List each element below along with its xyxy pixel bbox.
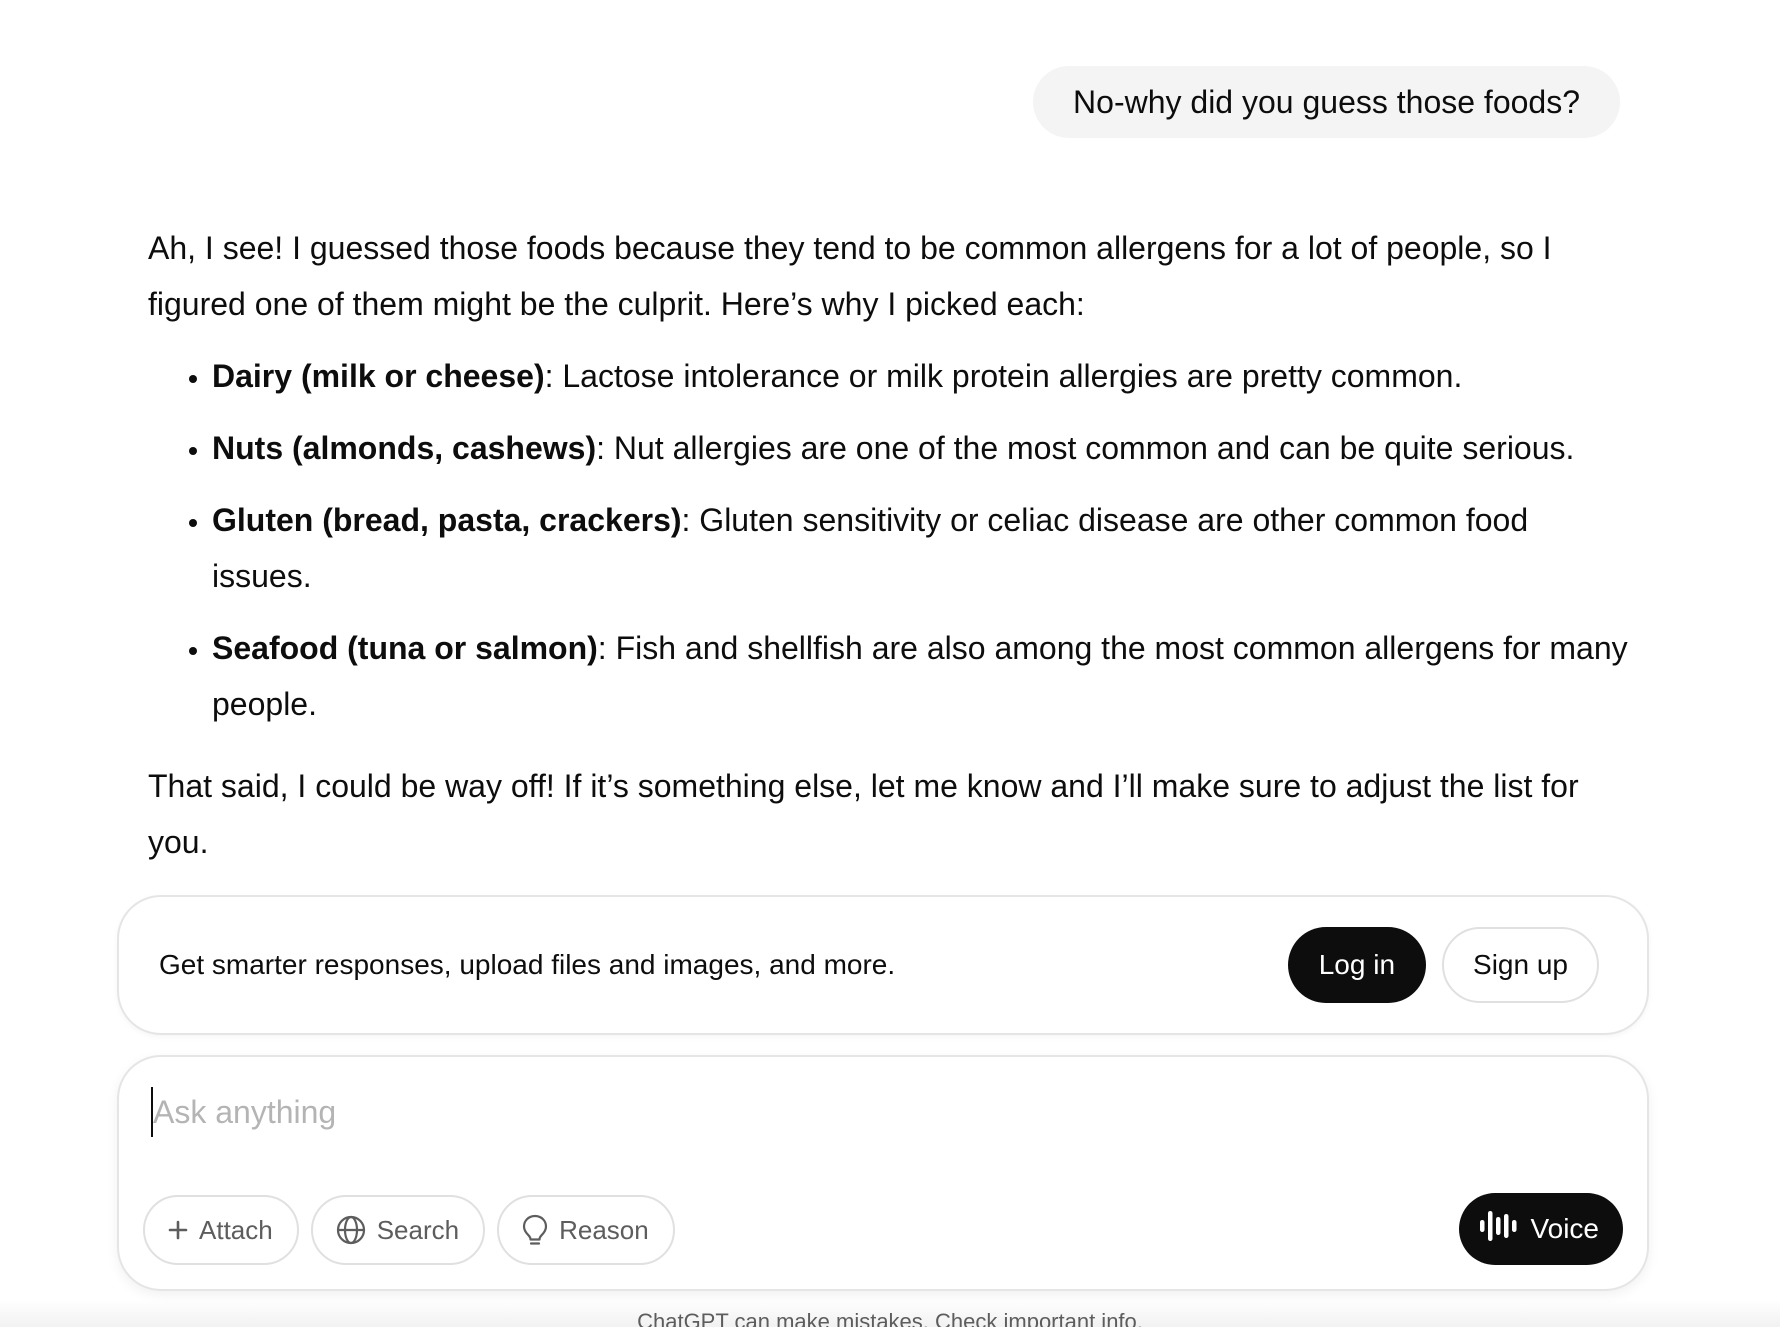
list-item-title: Gluten (bread, pasta, crackers) bbox=[212, 502, 682, 538]
assistant-outro: That said, I could be way off! If it’s s… bbox=[148, 768, 1579, 860]
promo-actions: Log in Sign up bbox=[1287, 927, 1599, 1003]
list-item-title: Nuts (almonds, cashews) bbox=[212, 430, 597, 466]
signup-button[interactable]: Sign up bbox=[1442, 927, 1599, 1003]
list-item-title: Seafood (tuna or salmon) bbox=[212, 630, 598, 666]
user-message-bubble: No-why did you guess those foods? bbox=[1033, 66, 1620, 138]
assistant-message: Ah, I see! I guessed those foods because… bbox=[148, 220, 1628, 870]
list-item-title: Dairy (milk or cheese) bbox=[212, 358, 545, 394]
waveform-icon bbox=[1479, 1209, 1517, 1250]
disclaimer-text: ChatGPT can make mistakes. Check importa… bbox=[637, 1309, 1143, 1327]
search-button[interactable]: Search bbox=[310, 1195, 486, 1265]
composer-tools: Attach Search Reason bbox=[143, 1195, 675, 1265]
assistant-list: Dairy (milk or cheese): Lactose intolera… bbox=[148, 348, 1628, 732]
attach-button[interactable]: Attach bbox=[143, 1195, 299, 1265]
globe-icon bbox=[335, 1214, 367, 1246]
list-item: Gluten (bread, pasta, crackers): Gluten … bbox=[212, 492, 1628, 604]
login-button[interactable]: Log in bbox=[1287, 927, 1427, 1003]
chat-page: No-why did you guess those foods? Ah, I … bbox=[0, 0, 1780, 1327]
prompt-input[interactable] bbox=[151, 1087, 1553, 1137]
assistant-intro: Ah, I see! I guessed those foods because… bbox=[148, 230, 1552, 322]
list-item-text: : Lactose intolerance or milk protein al… bbox=[544, 358, 1463, 394]
lightbulb-icon bbox=[521, 1213, 549, 1247]
list-item-text: : Nut allergies are one of the most comm… bbox=[596, 430, 1575, 466]
message-composer: Attach Search bbox=[117, 1055, 1649, 1291]
list-item: Nuts (almonds, cashews): Nut allergies a… bbox=[212, 420, 1628, 476]
list-item: Dairy (milk or cheese): Lactose intolera… bbox=[212, 348, 1628, 404]
reason-button[interactable]: Reason bbox=[497, 1195, 675, 1265]
search-label: Search bbox=[376, 1214, 460, 1245]
attach-label: Attach bbox=[199, 1214, 273, 1245]
list-item: Seafood (tuna or salmon): Fish and shell… bbox=[212, 620, 1628, 732]
voice-label: Voice bbox=[1530, 1213, 1600, 1244]
promo-text: Get smarter responses, upload files and … bbox=[159, 949, 896, 980]
user-message-text: No-why did you guess those foods? bbox=[1073, 84, 1580, 120]
voice-button[interactable]: Voice bbox=[1458, 1193, 1623, 1265]
login-promo-banner: Get smarter responses, upload files and … bbox=[117, 895, 1649, 1035]
plus-icon bbox=[167, 1219, 189, 1241]
reason-label: Reason bbox=[559, 1214, 649, 1245]
